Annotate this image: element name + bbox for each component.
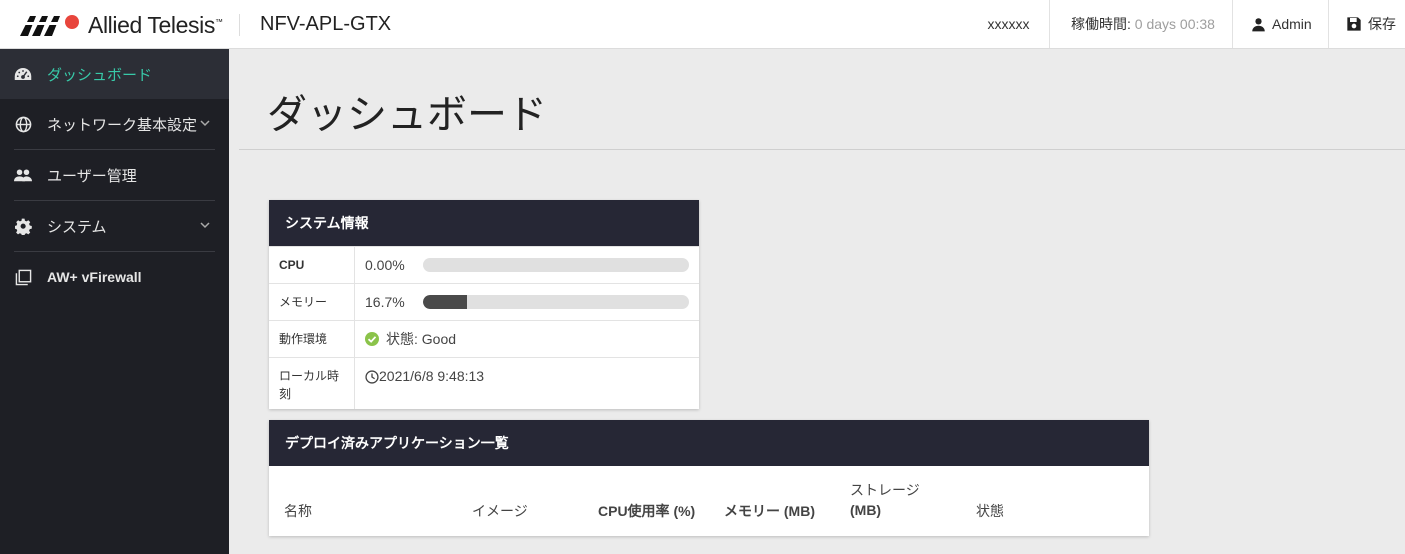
sidebar-item-network[interactable]: ネットワーク基本設定	[0, 99, 229, 149]
local-time-row: ローカル時刻 2021/6/8 9:48:13	[269, 357, 699, 409]
sidebar-item-label: ネットワーク基本設定	[47, 116, 198, 134]
chevron-down-icon	[200, 222, 210, 229]
sidebar-item-dashboard[interactable]: ダッシュボード	[0, 49, 229, 99]
windows-icon	[14, 268, 32, 286]
column-name[interactable]: 名称	[284, 501, 312, 521]
users-icon	[14, 166, 32, 184]
device-name: NFV-APL-GTX	[260, 13, 392, 35]
user-name: xxxxxx	[987, 16, 1030, 32]
column-cpu[interactable]: CPU使用率 (%)	[598, 501, 695, 521]
uptime-display: 稼働時間: 0 days 00:38	[1049, 0, 1232, 48]
memory-label: メモリー	[269, 284, 355, 320]
local-time-label: ローカル時刻	[269, 358, 355, 409]
memory-progress-fill	[423, 295, 468, 309]
allied-telesis-logo[interactable]: Allied Telesis™	[20, 12, 223, 38]
admin-label: Admin	[1272, 16, 1312, 32]
environment-status: 状態: Good	[386, 331, 457, 347]
sidebar: ダッシュボード ネットワーク基本設定 ユーザー管理 システム AW+ vFire…	[0, 49, 229, 554]
cpu-percent: 0.00%	[365, 257, 405, 273]
environment-value-cell: 状態: Good	[355, 321, 699, 357]
dashboard-icon	[14, 65, 32, 83]
top-header: Allied Telesis™ NFV-APL-GTX xxxxxx 稼働時間:…	[0, 0, 1405, 49]
clock-icon	[365, 370, 379, 384]
environment-row: 動作環境 状態: Good	[269, 320, 699, 357]
local-time-value-cell: 2021/6/8 9:48:13	[355, 358, 699, 409]
card-title: デプロイ済みアプリケーション一覧	[269, 420, 1149, 466]
column-memory[interactable]: メモリー (MB)	[724, 501, 815, 521]
sidebar-item-label: システム	[47, 218, 107, 236]
column-storage[interactable]: ストレージ (MB)	[850, 480, 920, 520]
sidebar-item-label: ダッシュボード	[47, 66, 153, 84]
sidebar-item-vfirewall[interactable]: AW+ vFirewall	[0, 252, 229, 302]
sidebar-item-label: ユーザー管理	[47, 167, 137, 185]
save-icon	[1347, 17, 1361, 31]
current-user: xxxxxx	[968, 0, 1049, 48]
local-time-value: 2021/6/8 9:48:13	[379, 368, 485, 384]
column-image[interactable]: イメージ	[472, 501, 528, 521]
title-divider	[239, 149, 1405, 150]
table-header: 名称 イメージ CPU使用率 (%) メモリー (MB) ストレージ (MB) 状…	[269, 466, 1149, 536]
gear-icon	[14, 217, 32, 235]
brand-name: Allied Telesis™	[88, 11, 223, 38]
uptime-label: 稼働時間:	[1071, 16, 1131, 32]
cpu-label: CPU	[269, 247, 355, 283]
save-button[interactable]: 保存	[1328, 0, 1405, 48]
column-status[interactable]: 状態	[976, 501, 1004, 521]
check-circle-icon	[365, 332, 379, 346]
cpu-progress-bar	[423, 258, 689, 272]
header-divider	[239, 14, 240, 36]
sidebar-item-system[interactable]: システム	[0, 201, 229, 251]
admin-menu-button[interactable]: Admin	[1232, 0, 1328, 48]
deployed-apps-card: デプロイ済みアプリケーション一覧 名称 イメージ CPU使用率 (%) メモリー…	[269, 420, 1149, 536]
uptime-value: 0 days 00:38	[1134, 16, 1215, 32]
card-title: システム情報	[269, 200, 699, 246]
page-title: ダッシュボード	[267, 93, 547, 137]
sidebar-item-users[interactable]: ユーザー管理	[0, 150, 229, 200]
person-icon	[1252, 17, 1265, 31]
save-label: 保存	[1368, 16, 1396, 32]
system-info-card: システム情報 CPU 0.00% メモリー 16.7% 動作環境 状態: Goo…	[269, 200, 699, 409]
sidebar-item-label: AW+ vFirewall	[47, 269, 142, 285]
globe-icon	[14, 115, 32, 133]
memory-percent: 16.7%	[365, 294, 405, 310]
cpu-row: CPU 0.00%	[269, 246, 699, 283]
memory-value-cell: 16.7%	[355, 284, 699, 320]
environment-label: 動作環境	[269, 321, 355, 357]
memory-progress-bar	[423, 295, 689, 309]
logo-mark-icon	[20, 15, 79, 36]
memory-row: メモリー 16.7%	[269, 283, 699, 320]
chevron-down-icon	[200, 120, 210, 127]
cpu-value-cell: 0.00%	[355, 247, 699, 283]
